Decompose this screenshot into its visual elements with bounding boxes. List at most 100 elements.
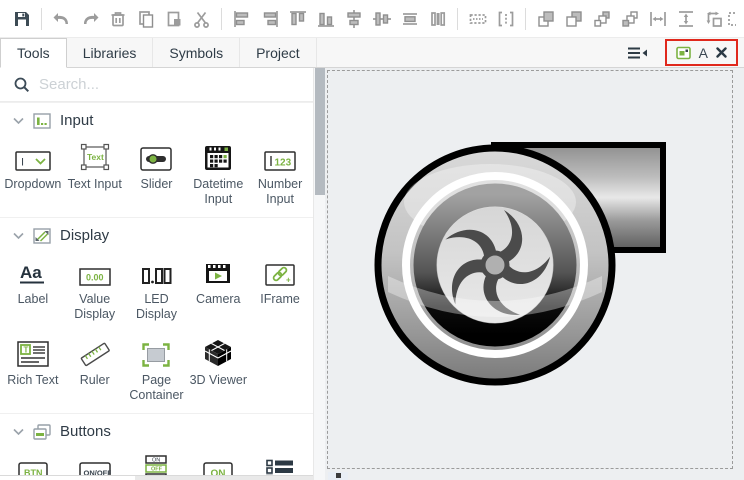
cut-button[interactable] [188, 5, 215, 33]
section-input: Input I Dropdown Text Text Input Slider … [0, 102, 313, 217]
toolbar-separator [457, 8, 458, 30]
main-toolbar [0, 0, 744, 38]
scrollbar-thumb[interactable] [315, 68, 325, 195]
space-horizontal-icon [648, 9, 668, 29]
undo-button[interactable] [48, 5, 75, 33]
camera-icon [203, 262, 233, 286]
slider-icon [140, 147, 172, 171]
copy-icon [136, 9, 156, 29]
align-right-icon [260, 9, 280, 29]
align-middle-vertical-icon [428, 9, 448, 29]
align-middle-vertical-button[interactable] [424, 5, 451, 33]
svg-text:I: I [21, 157, 24, 169]
widget-ruler[interactable]: Ruler [64, 335, 126, 403]
align-top-button[interactable] [284, 5, 311, 33]
send-to-back-button[interactable] [560, 5, 587, 33]
tab-libraries[interactable]: Libraries [67, 38, 154, 67]
section-header-display[interactable]: Display [0, 218, 313, 250]
paste-button[interactable] [160, 5, 187, 33]
send-backward-icon [620, 9, 640, 29]
page-icon [676, 46, 691, 60]
panel-tabbar: Tools Libraries Symbols Project A [0, 38, 744, 68]
page-tab-a[interactable]: A [676, 45, 727, 61]
search-icon [13, 76, 30, 93]
trash-icon [108, 9, 128, 29]
editor-canvas[interactable] [325, 68, 744, 480]
bring-forward-icon [592, 9, 612, 29]
widget-text-input[interactable]: Text Text Input [64, 139, 126, 207]
align-middle-horizontal-icon [400, 9, 420, 29]
widget-led-display[interactable]: LED Display [126, 254, 188, 322]
tab-symbols[interactable]: Symbols [153, 38, 240, 67]
distribute-horizontal-button[interactable] [464, 5, 491, 33]
align-right-button[interactable] [256, 5, 283, 33]
rich-text-icon: T [17, 341, 49, 367]
copy-button[interactable] [132, 5, 159, 33]
search-bar [0, 68, 313, 102]
svg-text:Text: Text [87, 152, 104, 162]
section-label: Display [60, 227, 109, 244]
bring-forward-button[interactable] [588, 5, 615, 33]
widget-dropdown[interactable]: I Dropdown [2, 139, 64, 207]
value-display-icon: 0.00 [79, 268, 111, 286]
input-section-icon [33, 113, 51, 129]
fit-size-button[interactable] [700, 5, 727, 33]
align-middle-horizontal-button[interactable] [396, 5, 423, 33]
distribute-vertical-button[interactable] [492, 5, 519, 33]
number-icon: 123 [264, 151, 296, 171]
close-icon[interactable] [716, 47, 727, 58]
search-input[interactable] [39, 76, 289, 93]
page-tab-label: A [699, 45, 708, 61]
space-horizontal-button[interactable] [644, 5, 671, 33]
tab-project[interactable]: Project [240, 38, 317, 67]
delete-button[interactable] [104, 5, 131, 33]
collapse-panel-button[interactable] [617, 38, 657, 67]
widget-rich-text[interactable]: T Rich Text [2, 335, 64, 403]
align-center-vertical-button[interactable] [368, 5, 395, 33]
send-backward-button[interactable] [616, 5, 643, 33]
bring-to-front-button[interactable] [532, 5, 559, 33]
widget-iframe[interactable]: + IFrame [249, 254, 311, 322]
ruler-icon [78, 341, 112, 367]
label-icon: Aa [18, 262, 48, 286]
distribute-horizontal-icon [468, 9, 488, 29]
bring-to-front-icon [536, 9, 556, 29]
widget-label[interactable]: Aa Label [2, 254, 64, 322]
redo-button[interactable] [76, 5, 103, 33]
chevron-down-icon [13, 232, 24, 240]
widget-number-input[interactable]: 123 Number Input [249, 139, 311, 207]
widget-slider[interactable]: Slider [126, 139, 188, 207]
display-section-icon [33, 228, 51, 244]
tab-tools[interactable]: Tools [0, 38, 67, 68]
widget-palette: Input I Dropdown Text Text Input Slider … [0, 68, 313, 480]
centrifugal-pump-graphic[interactable] [372, 140, 668, 392]
section-header-input[interactable]: Input [0, 103, 313, 135]
widget-3d-viewer[interactable]: 3D Viewer [187, 335, 249, 403]
align-center-vertical-icon [372, 9, 392, 29]
section-label: Input [60, 112, 93, 129]
sidebar-bottom-edge [0, 475, 313, 480]
section-buttons: Buttons BTN Button ON/OFF 2-State Button… [0, 413, 313, 480]
sidebar-scrollbar[interactable] [313, 68, 325, 480]
widget-camera[interactable]: Camera [187, 254, 249, 322]
overflow-partial-button[interactable] [728, 5, 736, 33]
svg-text:0.00: 0.00 [86, 273, 104, 283]
dropdown-icon: I [15, 151, 51, 171]
save-button[interactable] [8, 5, 35, 33]
viewer-3d-icon [203, 339, 233, 367]
toolbar-separator [525, 8, 526, 30]
datetime-icon [204, 145, 232, 171]
widget-page-container[interactable]: Page Container [126, 335, 188, 403]
align-bottom-button[interactable] [312, 5, 339, 33]
scissors-icon [192, 9, 212, 29]
undo-icon [52, 9, 72, 29]
space-vertical-button[interactable] [672, 5, 699, 33]
widget-value-display[interactable]: 0.00 Value Display [64, 254, 126, 322]
align-center-horizontal-button[interactable] [340, 5, 367, 33]
page-container-icon [142, 343, 170, 367]
section-header-buttons[interactable]: Buttons [0, 414, 313, 446]
dotted-square-icon [728, 9, 736, 29]
widget-datetime-input[interactable]: Datetime Input [187, 139, 249, 207]
align-left-button[interactable] [228, 5, 255, 33]
section-display: Display Aa Label 0.00 Value Display LED … [0, 217, 313, 413]
